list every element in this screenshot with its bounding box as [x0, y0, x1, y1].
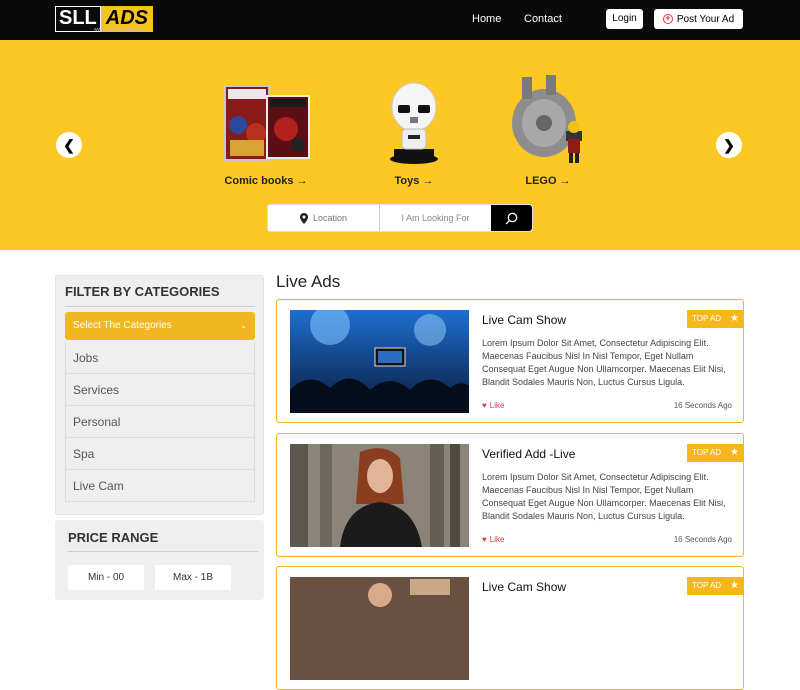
price-range-panel: PRICE RANGE Min - 00 Max - 1B [55, 520, 264, 600]
top-ad-badge: TOP AD ★ [687, 310, 744, 328]
star-icon: ★ [730, 447, 739, 458]
ad-description: Lorem Ipsum Dolor Sit Amet, Consectetur … [482, 472, 726, 521]
login-button[interactable]: Login [606, 9, 643, 29]
like-label: Like [489, 401, 505, 410]
badge-label: TOP AD [692, 314, 722, 323]
search-button[interactable] [491, 205, 532, 231]
hero-banner: ❮ ❯ Comic books → Toys → LEGO → Location… [0, 40, 800, 250]
top-nav-bar: SLL ADS www.sllanlca-ads.com Home Contac… [0, 0, 800, 40]
chevron-down-icon: ⌄ [240, 321, 247, 330]
nav-home-link[interactable]: Home [472, 13, 501, 25]
top-ad-badge: TOP AD ★ [687, 577, 744, 595]
category-label: Comic books [224, 175, 294, 187]
category-select-dropdown[interactable]: Select The Categories ⌄ [65, 312, 255, 340]
like-button[interactable]: ♥ Like [482, 535, 504, 544]
ad-card[interactable]: Live Cam Show TOP AD ★ [276, 566, 744, 690]
category-lego[interactable]: LEGO → [488, 70, 608, 187]
category-filter-panel: FILTER BY CATEGORIES Select The Categori… [55, 275, 264, 515]
heart-icon: ♥ [482, 401, 487, 410]
ad-title[interactable]: Verified Add -Live [482, 447, 575, 461]
stormtrooper-toy-image [354, 70, 474, 165]
ad-timestamp: 16 Seconds Ago [673, 535, 732, 544]
ad-description: Lorem Ipsum Dolor Sit Amet, Consectetur … [482, 338, 726, 387]
nav-contact-link[interactable]: Contact [524, 13, 562, 25]
price-min-input[interactable]: Min - 00 [68, 565, 144, 590]
comic-books-image [206, 70, 326, 165]
badge-label: TOP AD [692, 581, 722, 590]
filter-title: FILTER BY CATEGORIES [65, 284, 220, 299]
category-select-label: Select The Categories [73, 320, 172, 331]
category-toys[interactable]: Toys → [354, 70, 474, 187]
top-ad-badge: TOP AD ★ [687, 444, 744, 462]
chevron-left-icon: ❮ [63, 136, 75, 153]
ad-timestamp: 16 Seconds Ago [673, 401, 732, 410]
divider [65, 306, 255, 307]
location-input[interactable]: Location [268, 205, 380, 231]
category-label: LEGO [525, 175, 557, 187]
category-comic-books[interactable]: Comic books → [206, 70, 326, 187]
plus-circle-icon: + [662, 14, 673, 24]
ad-card[interactable]: Verified Add -Live Lorem Ipsum Dolor Sit… [276, 433, 744, 557]
lego-ship-image [488, 70, 608, 165]
arrow-right-icon: → [559, 175, 571, 187]
heart-icon: ♥ [482, 535, 487, 544]
post-ad-button[interactable]: + Post Your Ad [654, 9, 743, 29]
map-pin-icon [299, 212, 308, 224]
carousel-prev-button[interactable]: ❮ [56, 132, 82, 158]
search-input[interactable]: I Am Looking For [380, 205, 491, 231]
price-max-input[interactable]: Max - 1B [155, 565, 231, 590]
live-ads-heading: Live Ads [276, 272, 341, 291]
chevron-right-icon: ❯ [723, 136, 735, 153]
carousel-next-button[interactable]: ❯ [716, 132, 742, 158]
price-range-title: PRICE RANGE [68, 530, 159, 545]
ad-image [290, 577, 469, 680]
ad-title[interactable]: Live Cam Show [482, 313, 566, 327]
logo-url: www.sllanlca-ads.com [94, 27, 144, 33]
like-button[interactable]: ♥ Like [482, 401, 504, 410]
location-placeholder: Location [312, 213, 348, 223]
category-item-services[interactable]: Services [65, 374, 255, 406]
search-bar: Location I Am Looking For [267, 204, 533, 232]
arrow-right-icon: → [422, 175, 434, 187]
category-item-jobs[interactable]: Jobs [65, 342, 255, 374]
search-icon [505, 212, 518, 224]
like-label: Like [489, 535, 505, 544]
category-label: Toys [394, 175, 420, 187]
woman-portrait-image [290, 444, 469, 547]
post-ad-label: Post Your Ad [676, 13, 735, 25]
concert-crowd-image [290, 310, 469, 413]
star-icon: ★ [730, 580, 739, 591]
category-item-spa[interactable]: Spa [65, 438, 255, 470]
arrow-right-icon: → [296, 175, 308, 187]
ad-title[interactable]: Live Cam Show [482, 580, 566, 594]
divider [68, 551, 258, 552]
category-item-personal[interactable]: Personal [65, 406, 255, 438]
category-item-live-cam[interactable]: Live Cam [65, 470, 255, 502]
ad-card[interactable]: Live Cam Show Lorem Ipsum Dolor Sit Amet… [276, 299, 744, 423]
star-icon: ★ [730, 313, 739, 324]
badge-label: TOP AD [692, 448, 722, 457]
